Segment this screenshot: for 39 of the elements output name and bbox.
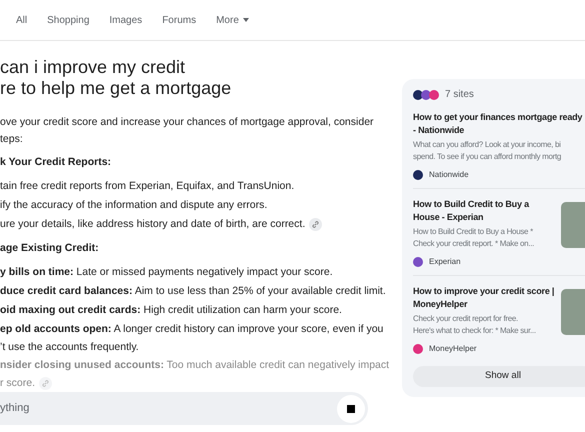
answer-text: ’t use the accounts frequently. [0, 340, 139, 355]
photo-placeholder [561, 202, 585, 248]
stop-icon [347, 404, 355, 412]
answer-text: nsider closing unused accounts: Too much available credit can negatively impact [0, 358, 390, 373]
source-snippet: How to Build Credit to Buy a House * Check your credit report. * Make on... [413, 226, 536, 250]
answer-text: r score. [0, 376, 36, 391]
section-heading: age Existing Credit: [0, 241, 99, 256]
nav-tab[interactable]: Shopping [47, 12, 90, 28]
answer-text: duce credit card balances: Aim to use less than 25% of your available credit limit. [0, 284, 386, 299]
source-title[interactable]: How to Build Credit to Buy a House - Experian [413, 198, 555, 224]
source-site: MoneyHelper [429, 343, 477, 355]
photo-placeholder [561, 289, 585, 335]
ask-input[interactable]: ything [0, 400, 200, 417]
answer-text: tain free credit reports from Experian, Equifax, and TransUnion. [0, 179, 294, 194]
source-title[interactable]: How to get your finances mortgage ready - Nationwide [413, 111, 585, 137]
answer-text: y bills on time: Late or missed payments negatively impact your score. [0, 265, 333, 280]
caret-icon [242, 18, 249, 22]
ask-field[interactable]: ything [0, 392, 368, 425]
section-heading: k Your Credit Reports: [0, 155, 112, 170]
source-site: Experian [429, 256, 461, 268]
link-icon[interactable] [309, 218, 322, 231]
sites-count[interactable]: 7 sites [445, 87, 474, 102]
stop-button[interactable] [337, 394, 365, 422]
answer-text: ove your credit score and increase your chances of mortgage approval, consider [0, 115, 374, 130]
show-all-button[interactable]: Show all [413, 366, 585, 387]
answer-text: ure your details, like address history and date of birth, are correct. [0, 217, 306, 232]
answer-text: ify the accuracy of the information and dispute any errors. [0, 198, 268, 213]
nav-tab[interactable]: Forums [162, 12, 196, 28]
source-snippet: Check your credit report for free. Here's what to check for: * Make sur... [413, 313, 537, 337]
nav-tab[interactable]: All [16, 12, 28, 28]
answer-text: ep old accounts open: A longer credit history can improve your score, even if you [0, 322, 384, 337]
answer-text: teps: [0, 132, 23, 147]
more-menu[interactable]: More [216, 12, 249, 28]
source-title[interactable]: How to improve your credit score | MoneyHelper [413, 285, 555, 311]
answer-title: can i improve my credit re to help me get a mortgage [0, 57, 232, 99]
source-site: Nationwide [429, 169, 469, 181]
source-snippet: What can you afford? Look at your income, bi spend. To see if you can afford monthly mortg [413, 139, 562, 163]
nav-tab[interactable]: Images [109, 12, 142, 28]
answer-text: oid maxing out credit cards: High credit utilization can harm your score. [0, 303, 342, 318]
